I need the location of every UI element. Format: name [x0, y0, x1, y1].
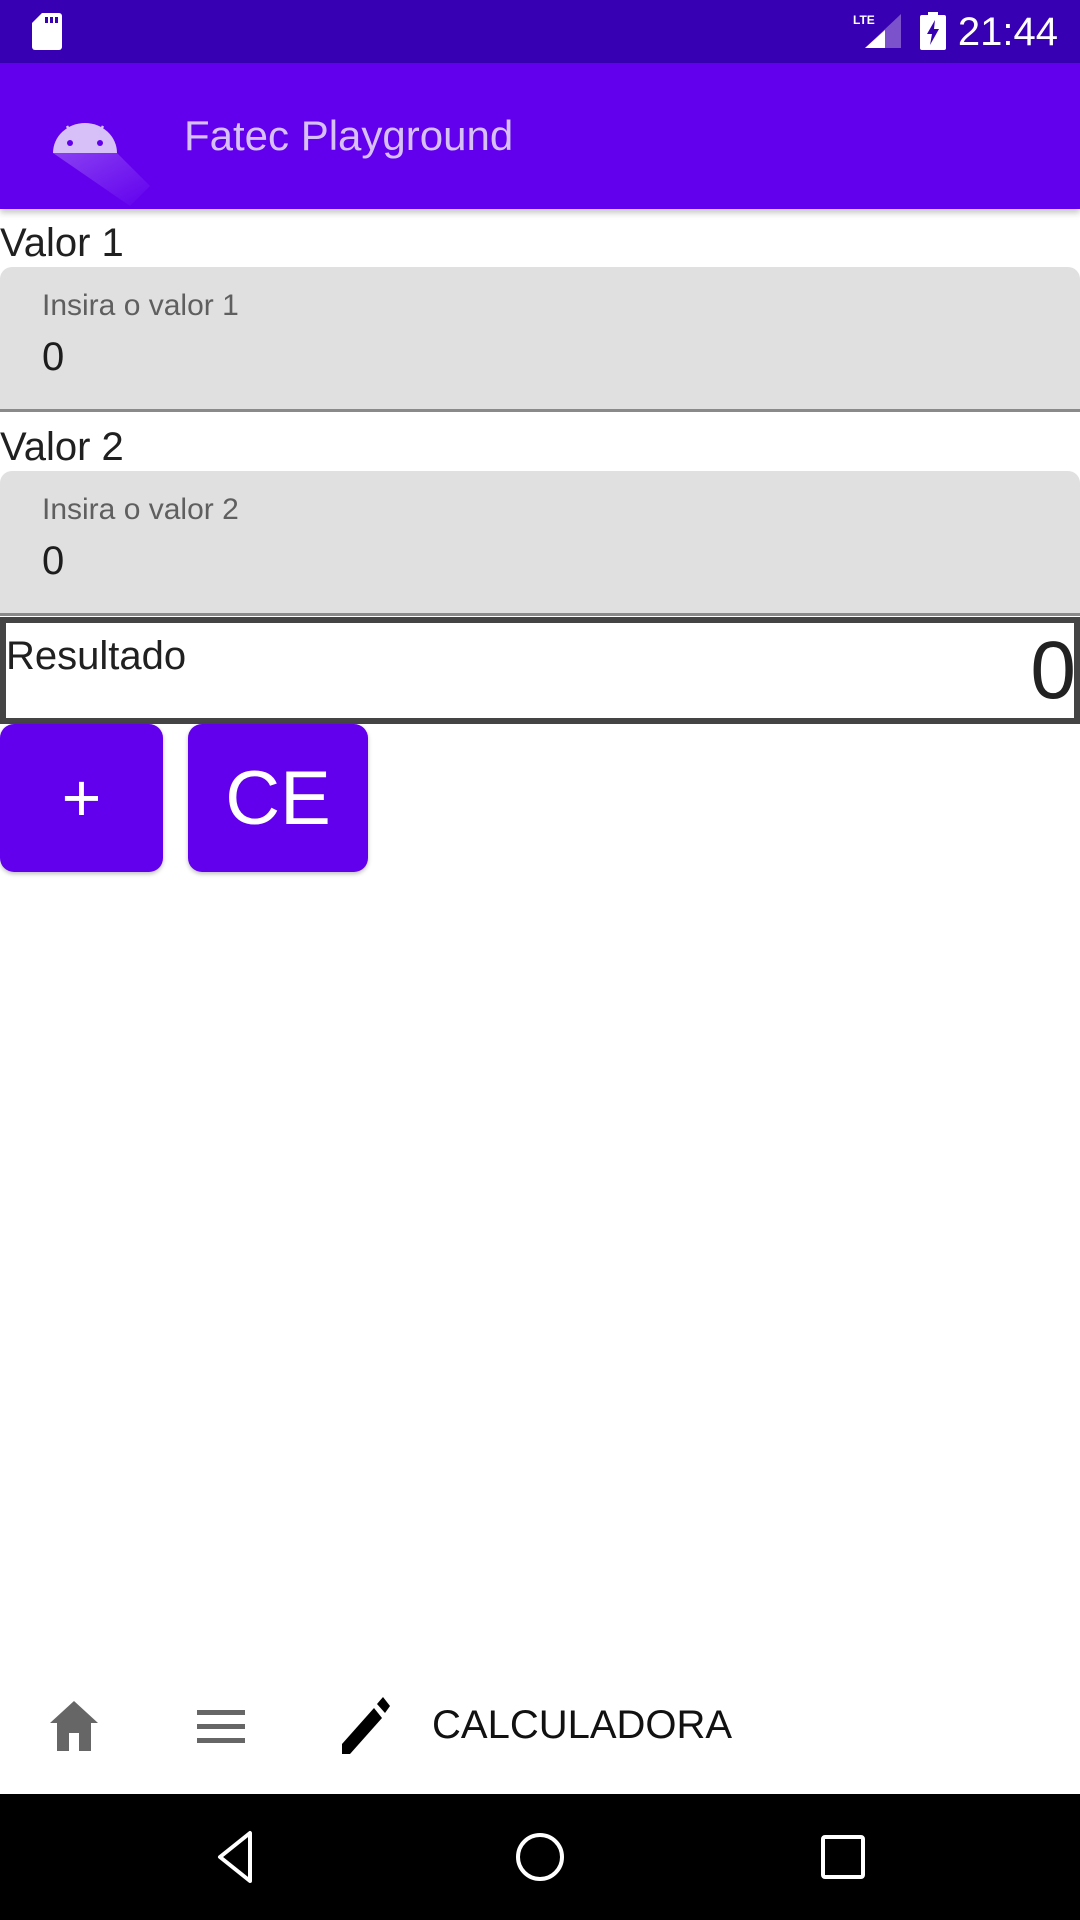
clear-button[interactable]: CE — [188, 724, 368, 872]
home-icon[interactable] — [44, 1696, 104, 1756]
status-bar: LTE 21:44 — [0, 0, 1080, 63]
valor2-input[interactable] — [42, 539, 942, 584]
recents-icon[interactable] — [813, 1827, 873, 1887]
tab-calculadora-label[interactable]: CALCULADORA — [432, 1700, 732, 1750]
battery-charging-icon — [920, 12, 946, 50]
app-bar: Fatec Playground — [0, 63, 1080, 209]
valor1-label: Valor 1 — [0, 221, 124, 265]
valor1-field[interactable]: Insira o valor 1 — [0, 267, 1080, 412]
bottom-navigation: CALCULADORA — [0, 1660, 1080, 1794]
result-label: Resultado — [6, 634, 187, 678]
svg-text:LTE: LTE — [853, 13, 875, 27]
back-icon[interactable] — [206, 1827, 266, 1887]
valor2-field[interactable]: Insira o valor 2 — [0, 471, 1080, 616]
app-title: Fatec Playground — [184, 112, 514, 159]
lte-signal-icon: LTE — [853, 13, 901, 48]
pencil-icon[interactable] — [336, 1696, 396, 1756]
plus-button[interactable]: + — [0, 724, 163, 872]
android-icon — [53, 123, 150, 206]
valor2-hint: Insira o valor 2 — [42, 493, 239, 526]
result-value: 0 — [1030, 625, 1076, 716]
status-time: 21:44 — [957, 10, 1058, 54]
home-circle-icon[interactable] — [510, 1827, 570, 1887]
valor2-label: Valor 2 — [0, 425, 124, 469]
menu-icon[interactable] — [191, 1696, 251, 1756]
sd-card-icon — [32, 13, 62, 50]
valor1-hint: Insira o valor 1 — [42, 289, 239, 322]
system-nav-bar — [0, 1794, 1080, 1920]
valor1-input[interactable] — [42, 335, 942, 380]
result-box: Resultado 0 — [0, 617, 1080, 724]
